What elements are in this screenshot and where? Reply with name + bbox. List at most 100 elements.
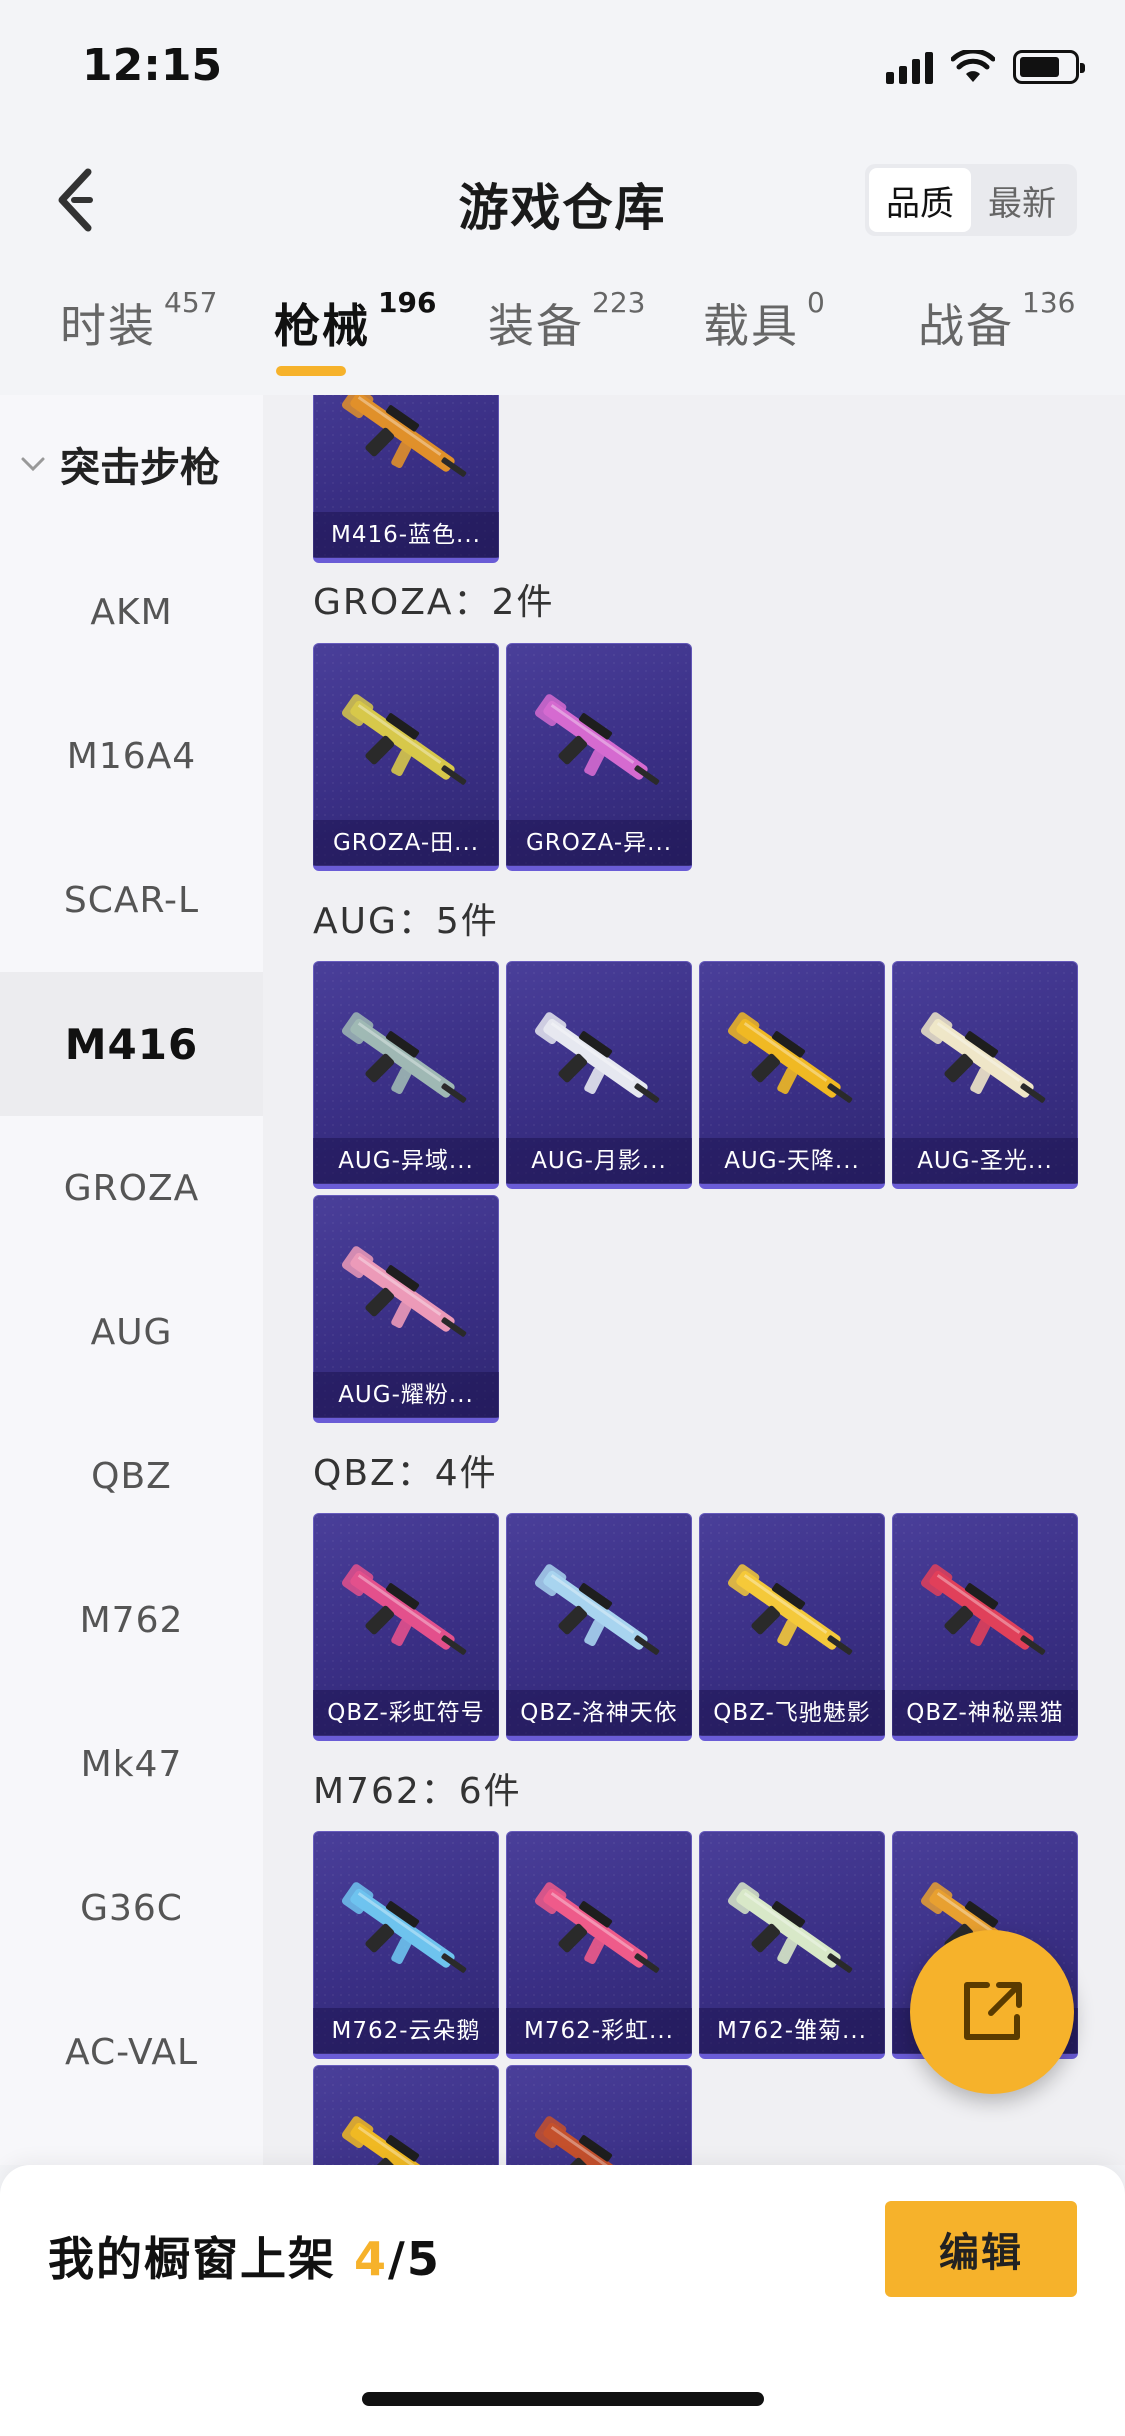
skin-card-label: QBZ-神秘黑猫 [892,1690,1078,1736]
skin-card-label: AUG-圣光... [892,1138,1078,1184]
tab-count: 196 [378,286,437,319]
category-tabs: 时装 457 枪械 196 装备 223 载具 0 战备 136 [0,286,1125,390]
sidebar-item-m416[interactable]: M416 [0,972,263,1116]
tab-count: 0 [807,286,825,319]
skin-card[interactable]: GROZA-异... [506,643,692,871]
sidebar-item-m16a4[interactable]: M16A4 [0,684,263,828]
edit-button[interactable]: 编辑 [885,2201,1077,2297]
tab-fashion[interactable]: 时装 457 [60,286,217,390]
showcase-label: 我的橱窗上架 [48,2232,355,2286]
sidebar-item-mk47[interactable]: Mk47 [0,1692,263,1836]
sidebar-item-m762[interactable]: M762 [0,1548,263,1692]
rifle-icon [341,1882,467,1973]
skin-card[interactable]: M416-蓝色... [313,395,499,563]
skin-card[interactable]: AUG-月影... [506,961,692,1189]
battery-icon [1013,50,1085,84]
sidebar-item-ac-val[interactable]: AC-VAL [0,1980,263,2124]
chevron-down-icon [21,457,45,472]
rifle-icon [727,1882,853,1973]
skin-card[interactable]: GROZA-田... [313,643,499,871]
tab-label: 时装 [60,299,156,353]
showcase-status: 我的橱窗上架 4/5 [48,2223,441,2289]
skin-card-label: M762-云朵鹅 [313,2008,499,2054]
rifle-icon [341,2116,455,2165]
rifle-icon [920,1012,1046,1103]
tab-count: 223 [592,286,646,319]
skin-card[interactable]: AUG-异域... [313,961,499,1189]
skin-card[interactable]: AUG-天降... [699,961,885,1189]
tab-count: 136 [1022,286,1076,319]
skin-card-label: QBZ-飞驰魅影 [699,1690,885,1736]
skin-card[interactable]: AUG-圣光... [892,961,1078,1189]
showcase-count: 4 [354,2232,389,2286]
rifle-icon [727,1564,853,1655]
rifle-icon [920,1564,1046,1655]
skin-card-label: QBZ-彩虹符号 [313,1690,499,1736]
rifle-icon [341,1246,467,1337]
weapon-type-sidebar: 突击步枪 AKM M16A4 SCAR-L M416 GROZA AUG QBZ… [0,395,263,2165]
skin-card-label: AUG-月影... [506,1138,692,1184]
share-button[interactable] [910,1930,1074,2094]
section-title-aug: AUG：5件 [313,901,499,942]
tab-label: 枪械 [274,299,370,353]
skin-card[interactable]: M762-云朵鹅 [313,1831,499,2059]
tab-supplies[interactable]: 战备 136 [918,286,1075,390]
skin-card-label: AUG-异域... [313,1138,499,1184]
skin-card-label: M762-彩虹... [506,2008,692,2054]
sidebar-item-akm[interactable]: AKM [0,540,263,684]
sidebar-item-scar-l[interactable]: SCAR-L [0,828,263,972]
section-title-m762: M762：6件 [313,1771,522,1812]
home-indicator [362,2392,764,2406]
rifle-icon [534,2116,648,2165]
sort-newest-option[interactable]: 最新 [971,168,1073,232]
skin-card-label: GROZA-异... [506,820,692,866]
showcase-total: /5 [388,2232,441,2286]
tab-equipment[interactable]: 装备 223 [488,286,645,390]
skin-card-label: M762-雏菊... [699,2008,885,2054]
share-icon [964,1982,1022,2040]
header: 游戏仓库 品质 最新 [0,140,1125,260]
status-icons [886,50,1085,84]
rifle-icon [341,1012,467,1103]
skin-card-label: M416-蓝色... [313,512,499,558]
rifle-icon [534,1882,660,1973]
sidebar-item-qbz[interactable]: QBZ [0,1404,263,1548]
skin-card[interactable] [313,2065,499,2165]
skin-card-label: AUG-天降... [699,1138,885,1184]
rifle-icon [341,1564,467,1655]
tab-label: 装备 [488,299,584,353]
tab-label: 载具 [703,299,799,353]
sidebar-item-g36c[interactable]: G36C [0,1836,263,1980]
rifle-icon [534,1012,660,1103]
tab-label: 战备 [918,299,1014,353]
rifle-icon [727,1012,853,1103]
skin-card[interactable]: QBZ-神秘黑猫 [892,1513,1078,1741]
sidebar-group-label: 突击步枪 [60,445,220,491]
skin-card-label: GROZA-田... [313,820,499,866]
tab-count: 457 [164,286,218,319]
status-time: 12:15 [82,40,223,91]
sort-toggle: 品质 最新 [865,164,1077,236]
skin-card[interactable] [506,2065,692,2165]
section-title-groza: GROZA：2件 [313,582,555,623]
skin-card[interactable]: AUG-耀粉... [313,1195,499,1423]
section-title-qbz: QBZ：4件 [313,1453,498,1494]
skin-card[interactable]: QBZ-飞驰魅影 [699,1513,885,1741]
active-tab-indicator [276,366,346,376]
status-bar: 12:15 [0,0,1125,140]
skin-card-label: AUG-耀粉... [313,1372,499,1418]
sidebar-item-aug[interactable]: AUG [0,1260,263,1404]
tab-vehicles[interactable]: 载具 0 [703,286,825,390]
skin-card[interactable]: QBZ-彩虹符号 [313,1513,499,1741]
skin-card[interactable]: M762-雏菊... [699,1831,885,2059]
inventory-content: M416-蓝色... GROZA：2件 GROZA-田... GROZA-异..… [263,395,1125,2165]
sidebar-item-groza[interactable]: GROZA [0,1116,263,1260]
rifle-icon [341,395,467,477]
cellular-signal-icon [886,50,933,84]
rifle-icon [341,694,467,785]
sort-quality-option[interactable]: 品质 [869,168,971,232]
skin-card[interactable]: QBZ-洛神天依 [506,1513,692,1741]
sidebar-group-assault-rifles[interactable]: 突击步枪 [20,435,220,493]
wifi-icon [951,50,995,82]
skin-card[interactable]: M762-彩虹... [506,1831,692,2059]
